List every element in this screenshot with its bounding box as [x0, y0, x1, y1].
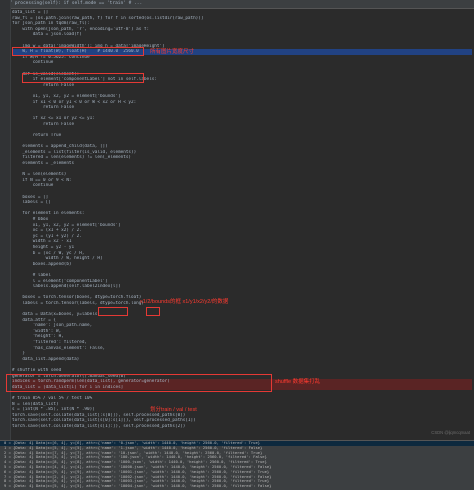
code-editor[interactable]: def processing(self): if self.mode == 't…: [0, 0, 474, 490]
debugger-row[interactable]: 9 = {Data: 4} Data(x=[5, 4], y=[5], attr…: [0, 484, 474, 489]
annotation-note-split: 划分train / val / test: [150, 407, 197, 413]
annotation-box-is-valid: [22, 73, 144, 83]
annotation-box-size: [146, 307, 160, 316]
editor-tab-strip: def processing(self): if self.mode == 't…: [0, 0, 474, 9]
annotation-box-bounds: [98, 307, 128, 316]
annotation-box-shuffle: [6, 374, 272, 392]
annotation-box-image-size: [12, 47, 144, 56]
annotation-note-image-size: 所有图片宽度尺寸: [150, 49, 195, 55]
annotation-note-shuffle: shuffle 数据集打乱: [275, 379, 321, 385]
annotation-note-bounds: x1/2/bounds的框 x1/y1/x2/y2/的数据: [140, 299, 229, 305]
editor-tab[interactable]: def processing(self): if self.mode == 't…: [4, 1, 142, 6]
debugger-variables-panel[interactable]: 0 = {Data: 4} Data(x=[6, 4], y=[6], attr…: [0, 440, 474, 490]
code-line[interactable]: torch.save(self.collate(data_list[s[1]:]…: [12, 424, 472, 430]
watermark: CSDN @ljqmcqmaat: [431, 430, 470, 435]
